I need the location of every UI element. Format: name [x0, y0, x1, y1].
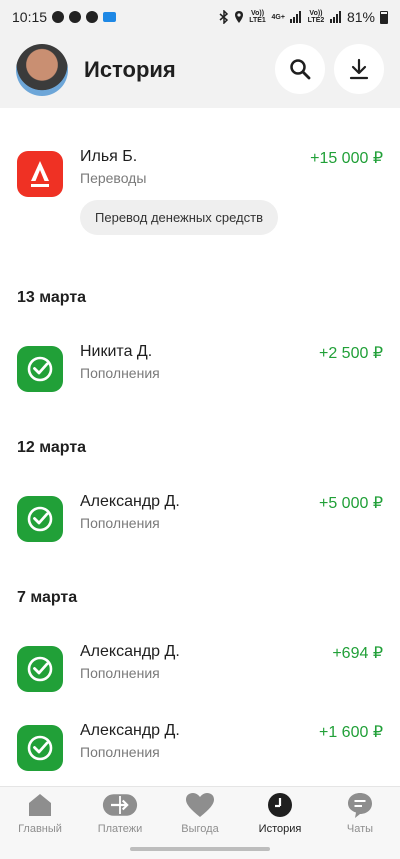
chat-icon	[342, 791, 378, 819]
page-title: История	[84, 57, 176, 82]
gesture-bar[interactable]	[130, 847, 270, 851]
status-time: 10:15	[12, 9, 48, 25]
nav-item-chats[interactable]: Чаты	[320, 791, 400, 841]
whatsapp-icon	[52, 11, 65, 23]
nav-label: Чаты	[346, 823, 374, 835]
status-bar: 10:15 Vo)) LTE1 4G+ Vo)) LTE2 81%	[0, 0, 400, 34]
alfa-bank-icon	[17, 151, 63, 197]
transaction-category: Пополнения	[80, 744, 160, 760]
signal-icon	[289, 11, 301, 23]
heart-icon	[182, 791, 218, 819]
download-icon	[349, 58, 369, 80]
transaction-amount: +5 000 ₽	[318, 495, 383, 512]
partial-date-header	[42, 108, 72, 110]
transaction-amount: +15 000 ₽	[310, 150, 383, 167]
battery-icon	[380, 10, 388, 24]
transaction-amount: +1 600 ₽	[318, 724, 383, 741]
nav-item-payments[interactable]: Платежи	[80, 791, 160, 841]
search-icon	[290, 59, 311, 80]
network-type: 4G+	[271, 13, 285, 21]
status-right: Vo)) LTE1 4G+ Vo)) LTE2 81%	[219, 9, 388, 25]
transaction-category: Пополнения	[80, 515, 160, 531]
transaction-item[interactable]: Александр Д. Пополнения +694 ₽	[0, 643, 400, 703]
sber-icon	[17, 346, 63, 392]
date-header: 7 марта	[17, 589, 78, 606]
nav-label: Платежи	[97, 823, 143, 835]
sber-icon	[17, 496, 63, 542]
home-icon	[22, 791, 58, 819]
transaction-item[interactable]: Александр Д. Пополнения +5 000 ₽	[0, 493, 400, 553]
battery-percent: 81%	[346, 9, 375, 25]
search-button[interactable]	[275, 44, 325, 94]
transaction-name: Илья Б.	[80, 148, 138, 165]
location-icon	[234, 11, 243, 23]
sber-icon	[17, 725, 63, 771]
transaction-amount: +2 500 ₽	[318, 345, 383, 362]
nav-label: Выгода	[181, 823, 219, 835]
sim1-label: Vo)) LTE1	[249, 10, 266, 24]
signal-2-icon	[329, 11, 341, 23]
transaction-name: Александр Д.	[80, 643, 180, 660]
transaction-category: Пополнения	[80, 665, 160, 681]
transfer-icon	[102, 791, 138, 819]
transaction-name: Александр Д.	[80, 493, 180, 510]
transaction-category: Переводы	[80, 170, 147, 186]
nav-item-benefits[interactable]: Выгода	[160, 791, 240, 841]
app-header: История	[0, 34, 400, 108]
transaction-item[interactable]: Никита Д. Пополнения +2 500 ₽	[0, 343, 400, 403]
nav-label: Главный	[18, 823, 62, 835]
message-icon	[69, 11, 82, 23]
sim2-label: Vo)) LTE2	[307, 10, 325, 24]
sber-icon	[17, 646, 63, 692]
transaction-item[interactable]: Александр Д. Пополнения +1 600 ₽	[0, 722, 400, 782]
history-list[interactable]: Илья Б. Переводы +15 000 ₽ Перевод денеж…	[0, 108, 400, 786]
transaction-category: Пополнения	[80, 365, 160, 381]
avatar[interactable]	[16, 44, 68, 96]
date-header: 13 марта	[17, 289, 87, 306]
bluetooth-icon	[219, 10, 228, 24]
nav-label: История	[258, 823, 302, 835]
transaction-tag-chip[interactable]: Перевод денежных средств	[80, 200, 278, 235]
date-header: 12 марта	[17, 439, 87, 456]
transaction-amount: +694 ₽	[332, 645, 383, 662]
nav-item-home[interactable]: Главный	[0, 791, 80, 841]
clock-icon	[262, 791, 298, 819]
nav-item-history[interactable]: История	[240, 791, 320, 841]
transaction-item[interactable]: Илья Б. Переводы +15 000 ₽	[0, 148, 400, 208]
download-button[interactable]	[334, 44, 384, 94]
status-left: 10:15	[12, 9, 117, 25]
screen-cast-icon	[103, 12, 117, 22]
app-notification-icon	[86, 11, 99, 23]
transaction-name: Никита Д.	[80, 343, 153, 360]
transaction-name: Александр Д.	[80, 722, 180, 739]
